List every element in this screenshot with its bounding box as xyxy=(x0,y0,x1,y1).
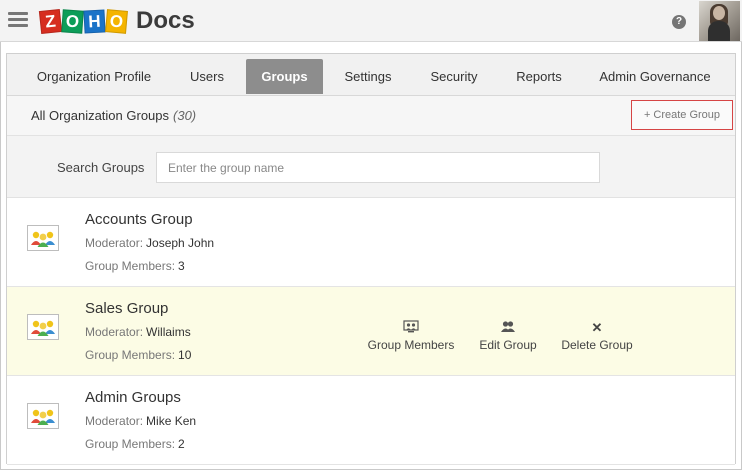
moderator-name: Mike Ken xyxy=(146,414,197,428)
group-list: Accounts Group Moderator: Joseph John Gro… xyxy=(7,198,735,465)
create-group-label: Create Group xyxy=(653,109,721,121)
tab-groups[interactable]: Groups xyxy=(246,59,323,94)
group-members-action[interactable]: Group Members xyxy=(363,320,459,352)
tab-users[interactable]: Users xyxy=(173,59,241,94)
group-members-icon xyxy=(363,320,459,334)
product-name: Docs xyxy=(136,7,195,34)
members-count: 10 xyxy=(178,348,192,362)
moderator-line: Moderator: Joseph John xyxy=(85,236,214,250)
edit-group-label: Edit Group xyxy=(479,338,537,352)
tab-bar: Organization Profile Users Groups Settin… xyxy=(7,54,735,96)
page-title-text: All Organization Groups xyxy=(31,108,170,123)
group-count: (30) xyxy=(173,108,197,123)
help-icon[interactable]: ? xyxy=(672,15,686,29)
members-label: Group Members: xyxy=(85,437,176,451)
moderator-label: Moderator: xyxy=(85,414,144,428)
tab-settings[interactable]: Settings xyxy=(329,59,407,94)
plus-icon: + xyxy=(643,109,651,121)
group-row[interactable]: Admin Groups Moderator: Mike Ken Group Me… xyxy=(7,376,735,465)
group-name[interactable]: Admin Groups xyxy=(85,389,181,406)
user-avatar[interactable] xyxy=(699,1,740,41)
top-bar: Z O H O Docs ? xyxy=(0,0,742,42)
moderator-name: Willaims xyxy=(146,325,191,339)
delete-group-label: Delete Group xyxy=(561,338,633,352)
group-avatar-icon xyxy=(27,403,59,429)
group-name[interactable]: Accounts Group xyxy=(85,211,193,228)
tab-admin-governance[interactable]: Admin Governance xyxy=(585,59,725,94)
close-icon: ✕ xyxy=(591,320,603,335)
search-label: Search Groups xyxy=(57,160,145,175)
hamburger-menu-icon[interactable] xyxy=(8,12,28,28)
zoho-docs-logo[interactable]: Z O H O Docs xyxy=(38,6,195,36)
members-line: Group Members: 10 xyxy=(85,348,191,362)
group-row[interactable]: Accounts Group Moderator: Joseph John Gro… xyxy=(7,198,735,287)
users-icon xyxy=(475,320,541,334)
logo-letter: O xyxy=(61,8,84,34)
group-members-label: Group Members xyxy=(367,338,455,352)
group-avatar-icon xyxy=(27,225,59,251)
members-line: Group Members: 3 xyxy=(85,259,185,273)
delete-group-action[interactable]: ✕ Delete Group xyxy=(557,320,637,352)
tab-security[interactable]: Security xyxy=(415,59,493,94)
moderator-label: Moderator: xyxy=(85,325,144,339)
tab-organization-profile[interactable]: Organization Profile xyxy=(21,59,167,94)
groups-header: All Organization Groups (30) + Create Grou… xyxy=(7,96,735,136)
page-title: All Organization Groups (30) xyxy=(31,108,196,123)
edit-group-action[interactable]: Edit Group xyxy=(475,320,541,352)
group-name[interactable]: Sales Group xyxy=(85,300,168,317)
group-avatar-icon xyxy=(27,314,59,340)
group-row[interactable]: Sales Group Moderator: Willaims Group Mem… xyxy=(7,287,735,376)
moderator-line: Moderator: Mike Ken xyxy=(85,414,196,428)
search-bar: Search Groups xyxy=(7,136,735,198)
logo-letter: Z xyxy=(38,8,63,34)
moderator-line: Moderator: Willaims xyxy=(85,325,191,339)
search-input[interactable] xyxy=(156,152,600,183)
members-label: Group Members: xyxy=(85,348,176,362)
tab-reports[interactable]: Reports xyxy=(501,59,577,94)
moderator-label: Moderator: xyxy=(85,236,144,250)
create-group-button[interactable]: + Create Group xyxy=(631,100,733,130)
admin-panel: Organization Profile Users Groups Settin… xyxy=(6,53,736,465)
members-label: Group Members: xyxy=(85,259,176,273)
members-count: 3 xyxy=(178,259,185,273)
members-line: Group Members: 2 xyxy=(85,437,185,451)
logo-letter: O xyxy=(105,8,128,34)
members-count: 2 xyxy=(178,437,185,451)
moderator-name: Joseph John xyxy=(146,236,215,250)
logo-letter: H xyxy=(83,8,106,34)
